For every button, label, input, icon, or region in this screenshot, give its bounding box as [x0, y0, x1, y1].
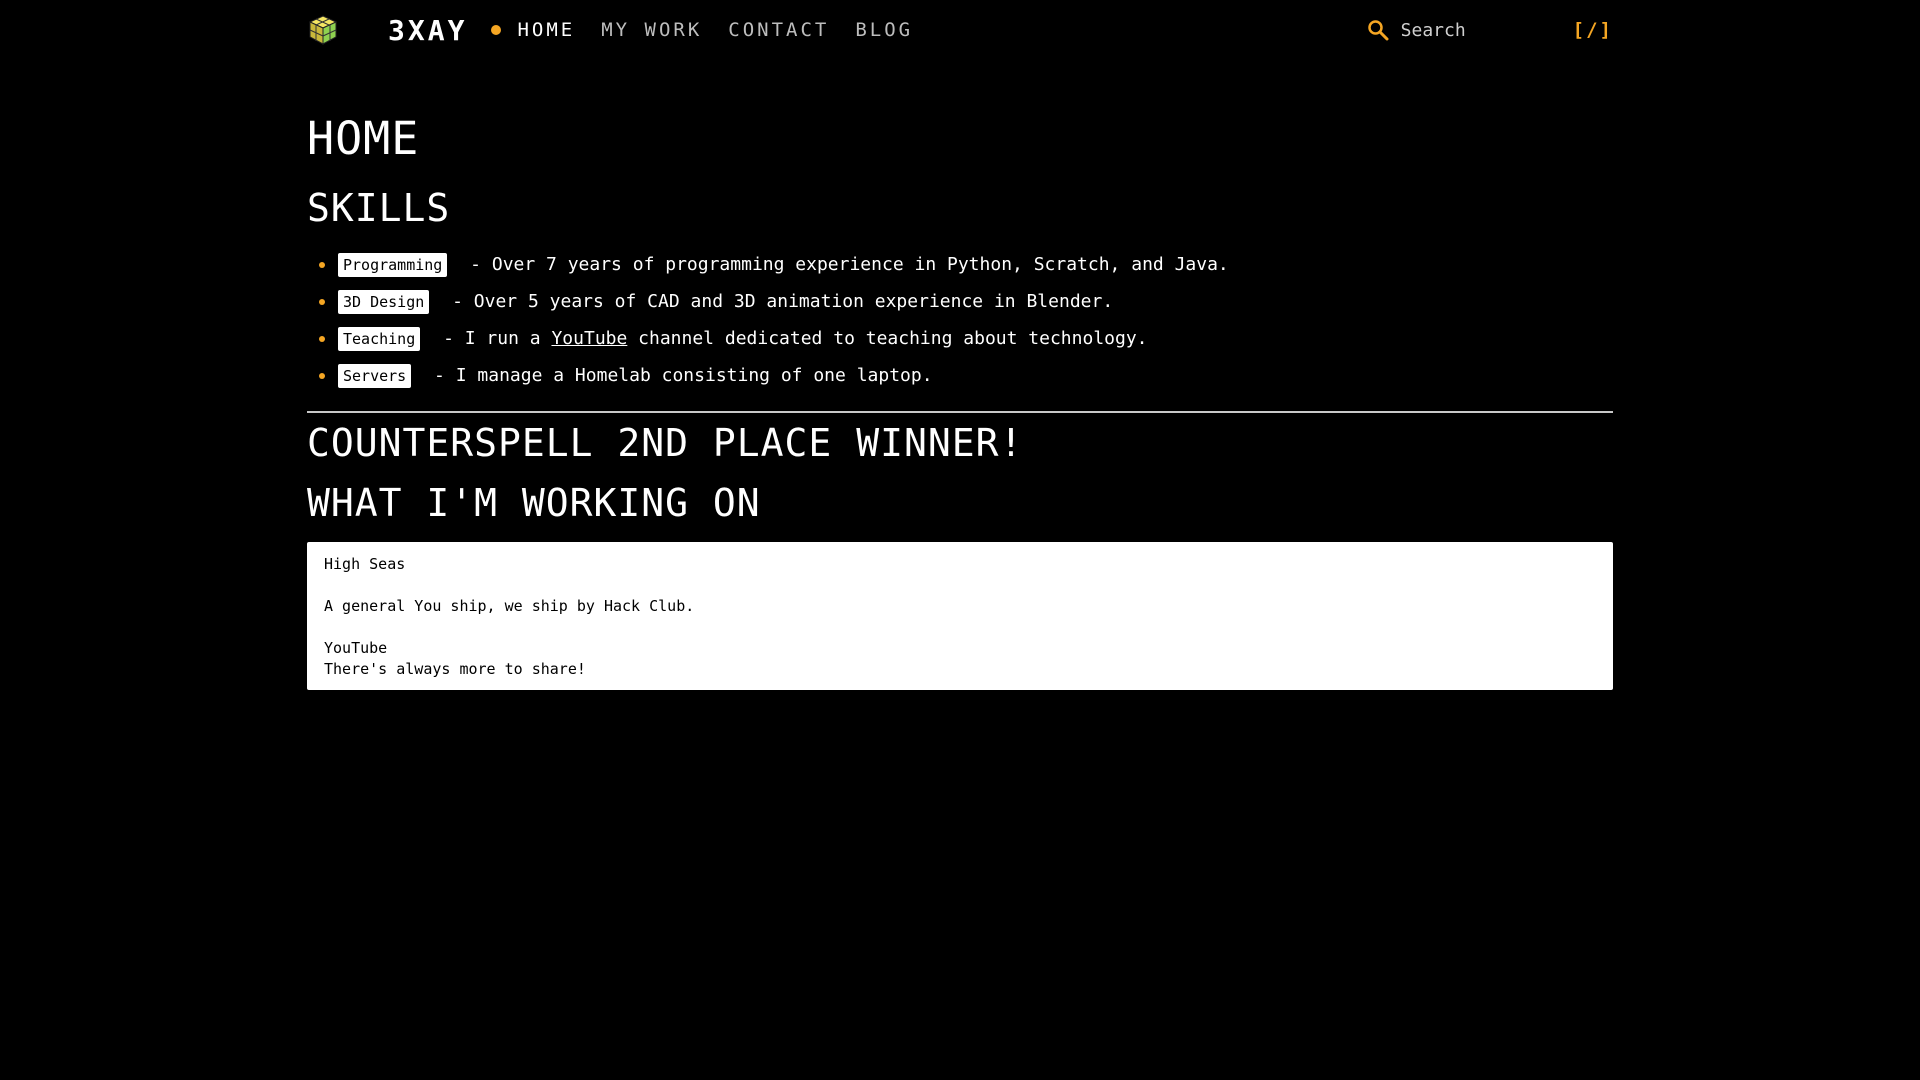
search-shortcut-hint: [/]	[1572, 19, 1613, 41]
project-description: A general You ship, we ship by Hack Club…	[324, 597, 695, 615]
nav-item-blog[interactable]: BLOG	[855, 19, 913, 41]
top-nav-bar: 3XAY HOME MY WORK CONTACT BLOG [/]	[307, 0, 1613, 60]
nav-item-my-work[interactable]: MY WORK	[601, 19, 702, 41]
bullet-icon	[319, 261, 325, 268]
search-input[interactable]	[1398, 18, 1553, 42]
page: 3XAY HOME MY WORK CONTACT BLOG [/] HOME …	[0, 0, 1920, 1080]
bullet-icon	[319, 372, 325, 379]
page-title: HOME	[307, 112, 420, 165]
cube-logo-icon[interactable]	[307, 14, 339, 46]
skill-description: - I manage a Homelab consisting of one l…	[423, 365, 933, 386]
search-bar[interactable]: [/]	[1367, 18, 1613, 42]
working-on-heading: WHAT I'M WORKING ON	[307, 481, 761, 525]
skill-tag-3d-design: 3D Design	[338, 289, 430, 314]
youtube-link[interactable]: YouTube	[551, 328, 627, 349]
bullet-icon	[319, 298, 325, 305]
active-dot-icon	[491, 25, 502, 35]
counterspell-heading: COUNTERSPELL 2ND PLACE WINNER!	[307, 421, 1024, 465]
project-description: There's always more to share!	[324, 660, 586, 678]
search-icon[interactable]	[1367, 19, 1389, 41]
list-item: Programming - Over 7 years of programmin…	[319, 246, 1613, 283]
skill-description: - Over 5 years of CAD and 3D animation e…	[441, 291, 1114, 312]
skill-description-end: channel dedicated to teaching about tech…	[627, 328, 1148, 349]
project-title-high-seas: High Seas	[324, 555, 406, 573]
site-brand[interactable]: 3XAY	[388, 14, 467, 47]
skill-description: - Over 7 years of programming experience…	[459, 254, 1229, 275]
bullet-icon	[319, 335, 325, 342]
skill-tag-teaching: Teaching	[338, 326, 421, 351]
skill-tag-servers: Servers	[338, 363, 412, 388]
nav-item-home[interactable]: HOME	[517, 19, 575, 41]
skill-tag-programming: Programming	[338, 252, 448, 277]
list-item: Teaching - I run a YouTube channel dedic…	[319, 320, 1613, 357]
working-on-box: High Seas A general You ship, we ship by…	[307, 542, 1613, 690]
main-nav: HOME MY WORK CONTACT BLOG	[517, 19, 939, 41]
main-content: HOME SKILLS Programming - Over 7 years o…	[307, 100, 1613, 690]
skill-description-start: - I run a	[432, 328, 552, 349]
skills-heading: SKILLS	[307, 186, 451, 230]
list-item: 3D Design - Over 5 years of CAD and 3D a…	[319, 283, 1613, 320]
list-item: Servers - I manage a Homelab consisting …	[319, 357, 1613, 394]
skills-list: Programming - Over 7 years of programmin…	[307, 246, 1613, 394]
project-title-youtube: YouTube	[324, 639, 388, 657]
nav-item-contact[interactable]: CONTACT	[728, 19, 829, 41]
